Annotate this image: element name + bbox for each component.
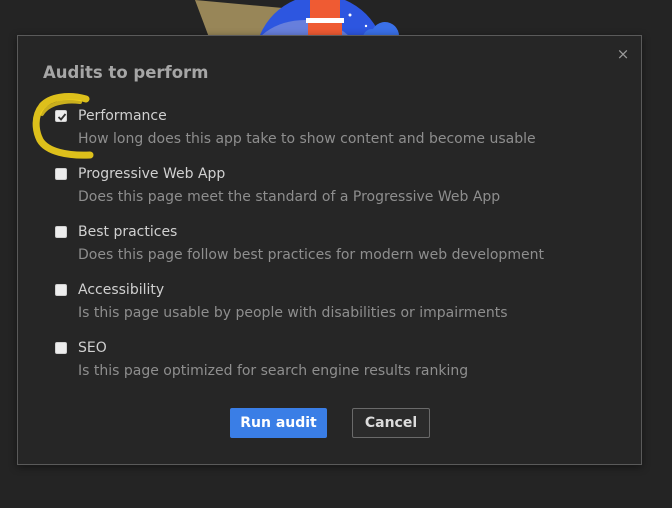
accessibility-checkbox[interactable] (55, 284, 67, 296)
run-audit-button[interactable]: Run audit (230, 408, 327, 438)
pwa-checkbox[interactable] (55, 168, 67, 180)
audit-description: Is this page optimized for search engine… (78, 363, 469, 379)
audit-label: Accessibility (78, 282, 165, 298)
performance-checkbox[interactable] (55, 110, 67, 122)
audit-label: Performance (78, 108, 167, 124)
audits-dialog: × Audits to perform Performance How long… (17, 35, 642, 465)
audit-item-best-practices[interactable]: Best practices Does this page follow bes… (55, 224, 615, 282)
audit-label: Best practices (78, 224, 178, 240)
lighthouse-illustration (195, 0, 399, 40)
audit-label: Progressive Web App (78, 166, 226, 182)
cancel-button[interactable]: Cancel (352, 408, 430, 438)
best-practices-checkbox[interactable] (55, 226, 67, 238)
close-icon[interactable]: × (615, 46, 631, 62)
audit-item-accessibility[interactable]: Accessibility Is this page usable by peo… (55, 282, 615, 340)
audit-list: Performance How long does this app take … (55, 108, 615, 398)
seo-checkbox[interactable] (55, 342, 67, 354)
audit-description: Is this page usable by people with disab… (78, 305, 508, 321)
audit-description: Does this page follow best practices for… (78, 247, 544, 263)
audit-item-seo[interactable]: SEO Is this page optimized for search en… (55, 340, 615, 398)
checkmark-icon (57, 113, 67, 121)
audit-item-performance[interactable]: Performance How long does this app take … (55, 108, 615, 166)
audit-description: Does this page meet the standard of a Pr… (78, 189, 501, 205)
dialog-title: Audits to perform (43, 63, 209, 82)
audit-item-pwa[interactable]: Progressive Web App Does this page meet … (55, 166, 615, 224)
audit-description: How long does this app take to show cont… (78, 131, 536, 147)
audit-label: SEO (78, 340, 107, 356)
